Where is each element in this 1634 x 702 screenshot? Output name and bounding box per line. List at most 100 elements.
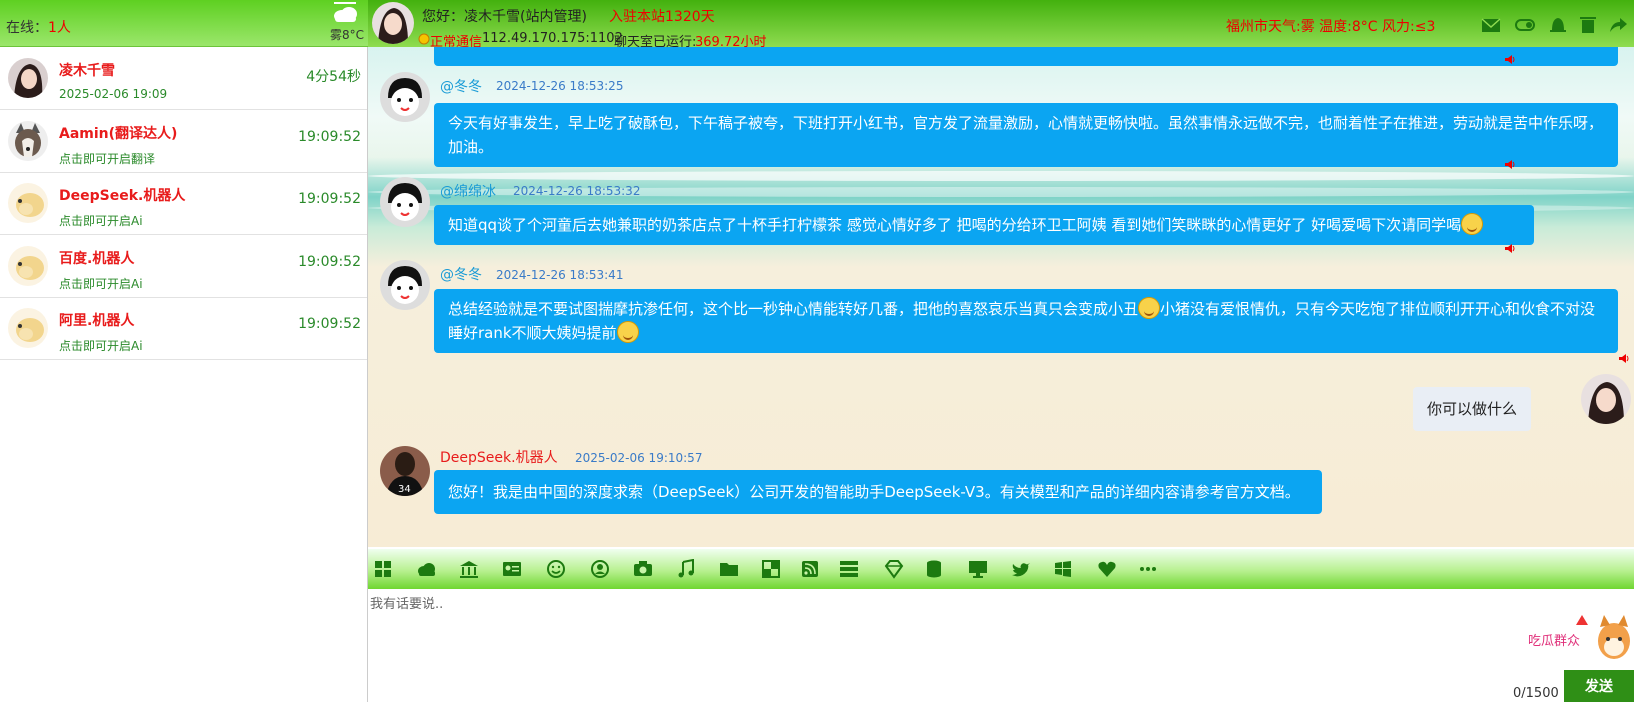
monitor-icon[interactable]	[968, 559, 988, 579]
mail-icon[interactable]	[1481, 16, 1501, 34]
contact-name: Aamin(翻译达人)	[59, 126, 178, 142]
bank-icon[interactable]	[459, 559, 479, 579]
message-bubble: 知道qq谈了个河童后去她兼职的奶茶店点了十杯手打柠檬茶 感觉心情好多了 把喝的分…	[434, 205, 1534, 245]
contact-subtitle: 点击即可开启Ai	[59, 339, 143, 353]
sender-name[interactable]: @绵绵冰	[440, 181, 496, 201]
square-icon[interactable]	[761, 559, 781, 579]
contact-item[interactable]: Aamin(翻译达人) 点击即可开启翻译 19:09:52	[0, 110, 367, 173]
message-text: 知道qq谈了个河童后去她兼职的奶茶店点了十杯手打柠檬茶 感觉心情好多了 把喝的分…	[448, 216, 1462, 234]
speaker-icon[interactable]	[1504, 159, 1516, 170]
chat-header: 您好：凌木千雪(站内管理) 入驻本站1320天 正常通信 112.49.170.…	[368, 0, 1634, 50]
cartoon-avatar[interactable]	[380, 177, 430, 227]
city-weather: 福州市天气:雾 温度:8°C 风力:≤3	[1226, 19, 1436, 35]
message-text: 今天有好事发生，早上吃了破酥包，下午稿子被夸，下班打开小红书，官方发了流量激励，…	[448, 114, 1604, 156]
cloud-icon[interactable]	[416, 559, 436, 579]
chat-panel: 您好：凌木千雪(站内管理) 入驻本站1320天 正常通信 112.49.170.…	[368, 0, 1634, 702]
message-bubble: 总结经验就是不要试图揣摩抗渗任何，这个比一秒钟心情能转好几番，把他的喜怒哀乐当真…	[434, 289, 1618, 353]
own-message-bubble: 你可以做什么	[1413, 387, 1532, 431]
contact-name: 阿里.机器人	[59, 313, 135, 329]
greeting-text: 您好：凌木千雪(站内管理)	[422, 9, 587, 25]
contact-name: DeepSeek.机器人	[59, 188, 186, 204]
cloud-weather-icon	[334, 2, 357, 22]
message-input[interactable]	[370, 593, 1450, 693]
smile-emoji-icon	[1461, 213, 1484, 235]
contact-item[interactable]: DeepSeek.机器人 点击即可开启Ai 19:09:52	[0, 172, 367, 235]
user-avatar[interactable]	[372, 2, 414, 44]
contact-time: 19:09:52	[298, 191, 361, 207]
message-text: 总结经验就是不要试图揣摩抗渗任何，这个比一秒钟心情能转好几番，把他的喜怒哀乐当真…	[448, 300, 1139, 318]
laugh-emoji-icon	[616, 321, 639, 343]
pig-avatar	[8, 308, 48, 348]
music-icon[interactable]	[676, 559, 696, 579]
contact-item[interactable]: 凌木千雪 2025-02-06 19:09 4分54秒	[0, 47, 367, 110]
contact-item[interactable]: 阿里.机器人 点击即可开启Ai 19:09:52	[0, 297, 367, 360]
smile-icon[interactable]	[546, 559, 566, 579]
input-area: 吃瓜群众 0/1500 发送	[368, 589, 1634, 702]
contact-time: 4分54秒	[306, 69, 361, 85]
bell-icon[interactable]	[1548, 16, 1568, 34]
more-icon[interactable]	[1138, 559, 1158, 579]
contact-subtitle: 点击即可开启Ai	[59, 277, 143, 291]
message-bubble: 您好！我是由中国的深度求索（DeepSeek）公司开发的智能助手DeepSeek…	[434, 470, 1322, 514]
ip-address: 112.49.170.175:1102	[482, 31, 623, 46]
sidebar-header: 在线：1人 雾8°C	[0, 0, 368, 47]
send-button[interactable]: 发送	[1564, 670, 1634, 702]
message-bubble: 今天有好事发生，早上吃了破酥包，下午稿子被夸，下班打开小红书，官方发了流量激励，…	[434, 103, 1618, 167]
diamond-icon[interactable]	[884, 559, 904, 579]
message-text: 您好！我是由中国的深度求索（DeepSeek）公司开发的智能助手DeepSeek…	[448, 483, 1300, 501]
contact-item[interactable]: 百度.机器人 点击即可开启Ai 19:09:52	[0, 235, 367, 298]
char-counter: 0/1500	[1513, 686, 1559, 701]
contact-name: 凌木千雪	[59, 63, 115, 79]
cartoon-avatar[interactable]	[380, 72, 430, 122]
camera-icon[interactable]	[633, 559, 653, 579]
grid-icon[interactable]	[373, 559, 393, 579]
message-time: 2024-12-26 18:53:41	[496, 268, 624, 282]
twitter-icon[interactable]	[1011, 559, 1031, 579]
contact-subtitle: 2025-02-06 19:09	[59, 87, 168, 101]
online-count: 1人	[48, 20, 71, 36]
sender-name[interactable]: DeepSeek.机器人	[440, 447, 558, 467]
server-icon[interactable]	[839, 559, 859, 579]
message-time: 2024-12-26 18:53:25	[496, 79, 624, 93]
folder-icon[interactable]	[719, 559, 739, 579]
message-time: 2025-02-06 19:10:57	[575, 451, 703, 465]
member-days: 入驻本站1320天	[609, 9, 715, 25]
speaker-icon[interactable]	[1618, 353, 1630, 364]
contact-subtitle: 点击即可开启翻译	[59, 152, 156, 166]
trash-icon[interactable]	[1578, 16, 1598, 34]
wave-line	[368, 171, 1634, 181]
contact-name: 百度.机器人	[59, 251, 135, 267]
pig-avatar	[8, 246, 48, 286]
speaker-icon[interactable]	[1504, 243, 1516, 254]
user-circle-icon[interactable]	[590, 559, 610, 579]
sender-name[interactable]: @冬冬	[440, 76, 482, 96]
message-text: 你可以做什么	[1427, 400, 1518, 418]
message-bubble-partial	[434, 47, 1618, 66]
contact-time: 19:09:52	[298, 254, 361, 270]
deepseek-avatar[interactable]: 34	[380, 446, 430, 496]
cartoon-avatar[interactable]	[380, 260, 430, 310]
database-icon[interactable]	[924, 559, 944, 579]
shiba-mascot: 吃瓜群众	[1504, 615, 1630, 659]
sender-name[interactable]: @冬冬	[440, 264, 482, 284]
husky-avatar	[8, 121, 48, 161]
weather-text: 雾8°C	[330, 28, 365, 42]
heart-icon[interactable]	[1097, 559, 1117, 579]
share-icon[interactable]	[1608, 16, 1628, 34]
id-card-icon[interactable]	[502, 559, 522, 579]
online-status: 在线：1人	[6, 20, 71, 36]
contact-time: 19:09:52	[298, 316, 361, 332]
pig-avatar	[8, 183, 48, 223]
signal-icon	[418, 33, 430, 45]
mascot-text: 吃瓜群众	[1528, 633, 1580, 649]
toggle-icon[interactable]	[1515, 16, 1535, 34]
girl-avatar	[8, 58, 48, 98]
rss-icon[interactable]	[800, 559, 820, 579]
speaker-icon[interactable]	[1504, 54, 1516, 65]
svg-text:34: 34	[398, 484, 411, 495]
sleepy-emoji-icon	[1138, 297, 1161, 319]
tool-bar	[368, 549, 1634, 589]
windows-icon[interactable]	[1053, 559, 1073, 579]
contact-time: 19:09:52	[298, 129, 361, 145]
own-avatar[interactable]	[1581, 374, 1631, 424]
